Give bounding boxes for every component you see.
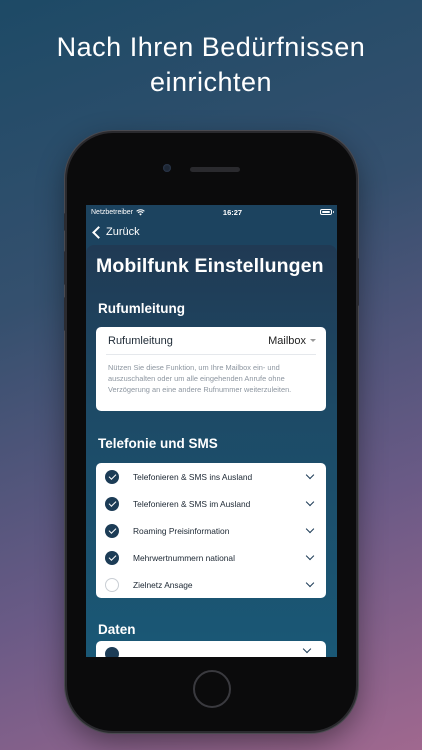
data-card-partial[interactable] bbox=[96, 641, 326, 657]
option-row[interactable]: Zielnetz Ansage bbox=[96, 571, 326, 598]
checkbox[interactable] bbox=[105, 550, 119, 565]
dropdown-arrow-icon bbox=[310, 339, 316, 342]
back-label: Zurück bbox=[106, 226, 140, 238]
volume-down-button bbox=[64, 297, 67, 331]
navigation-bar: Zurück bbox=[86, 219, 337, 245]
option-label: Zielnetz Ansage bbox=[133, 579, 193, 590]
chevron-down-icon[interactable] bbox=[305, 578, 315, 588]
checkbox[interactable] bbox=[105, 647, 119, 657]
settings-content[interactable]: Mobilfunk Einstellungen Rufumleitung Ruf… bbox=[86, 245, 337, 657]
phone-screen: Netzbetreiber 16:27 Zurück Mobilfunk Ein… bbox=[86, 205, 337, 657]
chevron-down-icon[interactable] bbox=[302, 644, 312, 654]
option-label: Mehrwertnummern national bbox=[133, 552, 235, 563]
option-row[interactable]: Telefonieren & SMS ins Ausland bbox=[96, 463, 326, 490]
forwarding-card: Rufumleitung Mailbox Nützen Sie diese Fu… bbox=[96, 327, 326, 411]
checkmark-icon bbox=[108, 471, 116, 480]
power-button bbox=[356, 258, 359, 306]
option-row[interactable]: Telefonieren & SMS im Ausland bbox=[96, 490, 326, 517]
section-title-telefonie: Telefonie und SMS bbox=[98, 436, 218, 451]
forwarding-selected-value: Mailbox bbox=[268, 334, 306, 347]
checkbox[interactable] bbox=[105, 496, 119, 511]
option-label: Roaming Preisinformation bbox=[133, 525, 230, 536]
forwarding-description: Nützen Sie diese Funktion, um Ihre Mailb… bbox=[106, 354, 316, 396]
volume-up-button bbox=[64, 251, 67, 285]
checkbox[interactable] bbox=[105, 523, 119, 538]
forwarding-row[interactable]: Rufumleitung Mailbox bbox=[96, 327, 326, 354]
headline-line-1: Nach Ihren Bedürfnissen bbox=[56, 32, 366, 62]
option-label: Telefonieren & SMS ins Ausland bbox=[133, 471, 253, 482]
chevron-down-icon[interactable] bbox=[305, 524, 315, 534]
option-row[interactable]: Roaming Preisinformation bbox=[96, 517, 326, 544]
option-row[interactable]: Mehrwertnummern national bbox=[96, 544, 326, 571]
phone-frame: Netzbetreiber 16:27 Zurück Mobilfunk Ein… bbox=[64, 133, 359, 731]
battery-icon bbox=[320, 209, 334, 215]
option-label: Telefonieren & SMS im Ausland bbox=[133, 498, 251, 509]
forwarding-row-label: Rufumleitung bbox=[108, 334, 173, 347]
status-bar: Netzbetreiber 16:27 bbox=[86, 205, 337, 219]
headline-line-2: einrichten bbox=[149, 67, 273, 97]
page-title: Mobilfunk Einstellungen bbox=[96, 255, 324, 277]
chevron-down-icon[interactable] bbox=[305, 497, 315, 507]
section-title-daten: Daten bbox=[98, 622, 136, 637]
marketing-headline: Nach Ihren Bedürfnissen einrichten bbox=[0, 30, 422, 100]
forwarding-dropdown[interactable]: Mailbox bbox=[268, 335, 316, 347]
earpiece-speaker bbox=[190, 167, 240, 172]
chevron-left-icon bbox=[92, 225, 105, 239]
back-button[interactable]: Zurück bbox=[91, 225, 140, 239]
checkmark-icon bbox=[108, 552, 116, 561]
checkmark-icon bbox=[108, 525, 116, 534]
checkmark-icon bbox=[108, 498, 116, 507]
checkbox[interactable] bbox=[105, 469, 119, 484]
section-title-rufumleitung: Rufumleitung bbox=[98, 301, 185, 316]
status-time: 16:27 bbox=[222, 207, 243, 217]
front-camera bbox=[163, 164, 171, 172]
chevron-down-icon[interactable] bbox=[305, 551, 315, 561]
carrier-label: Netzbetreiber bbox=[91, 208, 134, 216]
wifi-icon bbox=[136, 208, 145, 215]
chevron-down-icon[interactable] bbox=[305, 470, 315, 480]
telephony-card: Telefonieren & SMS ins Ausland Telefonie… bbox=[96, 463, 326, 598]
mute-switch bbox=[64, 213, 67, 231]
checkbox[interactable] bbox=[105, 577, 119, 592]
home-button[interactable] bbox=[193, 670, 231, 708]
